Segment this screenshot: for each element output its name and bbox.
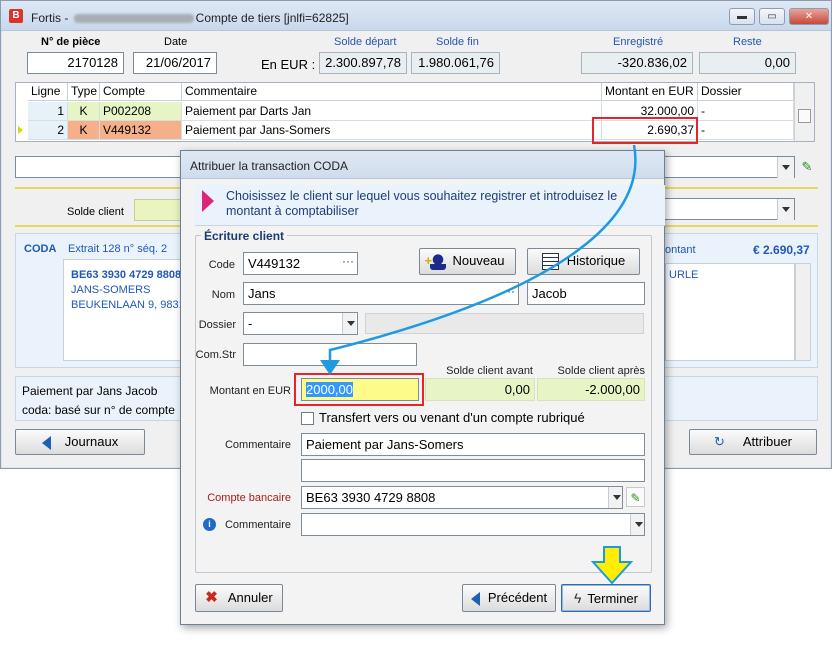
annotation-arrow-head	[320, 360, 340, 375]
annotation-overlay	[320, 144, 637, 585]
yellow-down-arrow-icon	[590, 546, 634, 585]
annotation-arrow-curve	[328, 144, 637, 366]
